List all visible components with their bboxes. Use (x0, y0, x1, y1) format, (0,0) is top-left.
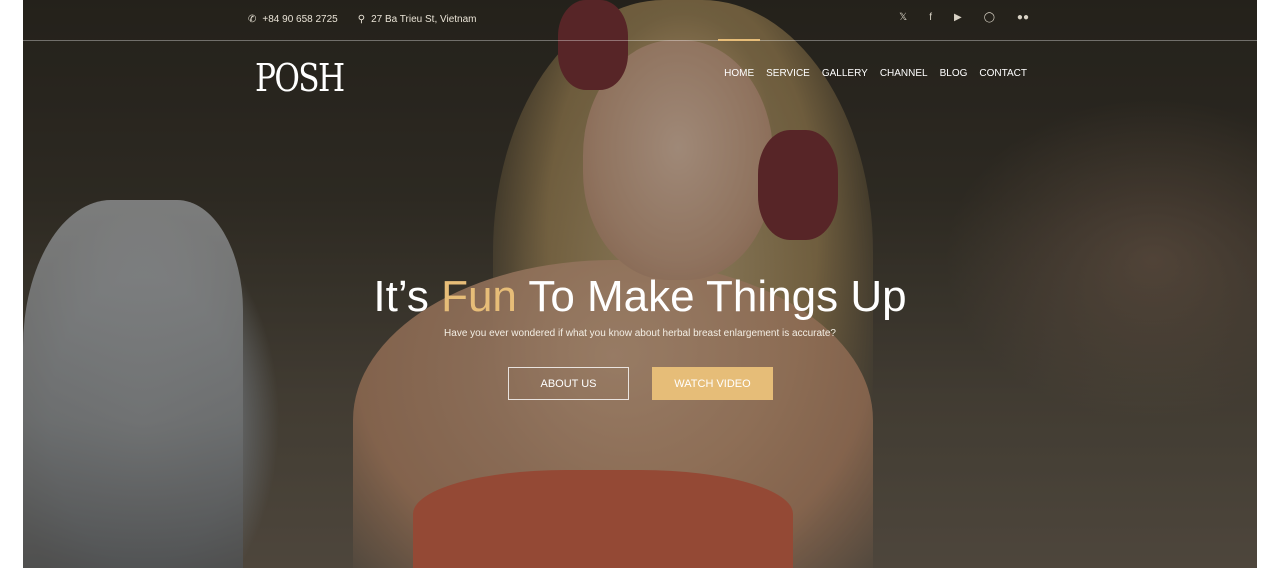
youtube-icon[interactable]: ▶ (954, 12, 962, 23)
main-navbar: POSH HOME SERVICE GALLERY CHANNEL BLOG C… (23, 39, 1257, 110)
nav-contact[interactable]: CONTACT (979, 68, 1027, 79)
address-text: 27 Ba Trieu St, Vietnam (371, 14, 477, 25)
about-us-button[interactable]: ABOUT US (508, 367, 629, 400)
headphone-right-image (758, 130, 838, 240)
hero-title-end: To Make Things Up (516, 272, 907, 321)
hero-title: It’s Fun To Make Things Up (0, 272, 1280, 322)
facebook-icon[interactable]: f (929, 12, 932, 23)
top-bar: ✆ +84 90 658 2725 ⚲ 27 Ba Trieu St, Vietna… (23, 0, 1257, 41)
contact-info: ✆ +84 90 658 2725 ⚲ 27 Ba Trieu St, Vietna… (248, 14, 477, 25)
watch-video-button[interactable]: WATCH VIDEO (652, 367, 773, 400)
social-links: 𝕏 f ▶ ◯ ●● (899, 12, 1029, 23)
hero-title-start: It’s (373, 272, 442, 321)
main-menu: HOME SERVICE GALLERY CHANNEL BLOG CONTAC… (718, 39, 1027, 79)
nav-home[interactable]: HOME (718, 39, 761, 79)
phone-text: +84 90 658 2725 (262, 14, 338, 25)
site-logo[interactable]: POSH (255, 56, 345, 100)
nav-service[interactable]: SERVICE (766, 68, 810, 79)
location-pin-icon: ⚲ (357, 14, 366, 25)
instagram-icon[interactable]: ◯ (984, 12, 995, 23)
nav-channel[interactable]: CHANNEL (880, 68, 928, 79)
flickr-icon[interactable]: ●● (1017, 12, 1029, 23)
hero-subtitle: Have you ever wondered if what you know … (444, 328, 836, 339)
phone-contact[interactable]: ✆ +84 90 658 2725 (248, 14, 338, 25)
hero-photo-top (413, 470, 793, 568)
address-contact: ⚲ 27 Ba Trieu St, Vietnam (358, 14, 477, 25)
nav-gallery[interactable]: GALLERY (822, 68, 868, 79)
twitter-icon[interactable]: 𝕏 (899, 12, 907, 23)
nav-blog[interactable]: BLOG (940, 68, 968, 79)
phone-icon: ✆ (248, 14, 257, 25)
hero-title-accent: Fun (441, 272, 517, 321)
background-car-image (23, 200, 243, 568)
